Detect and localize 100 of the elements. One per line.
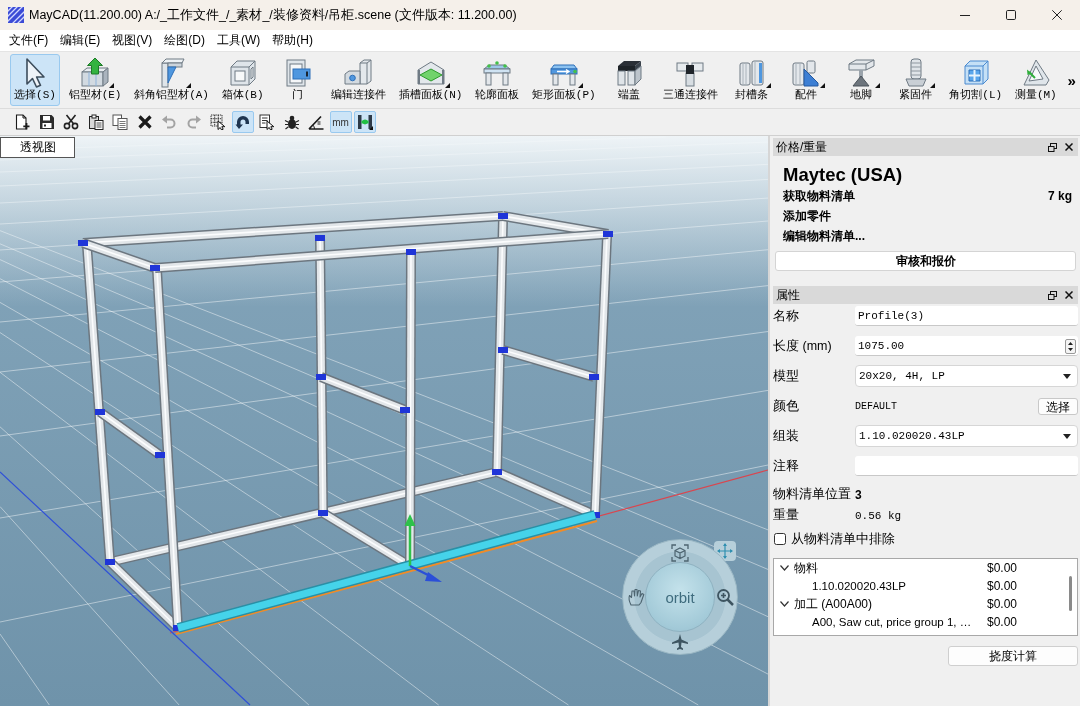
dropdown-arrow-icon[interactable] bbox=[875, 83, 880, 88]
grid-select-icon bbox=[210, 114, 226, 130]
chevron-down-icon[interactable] bbox=[780, 601, 789, 607]
menu-item[interactable]: 编辑(E) bbox=[55, 30, 106, 51]
float-panel-icon[interactable] bbox=[1048, 142, 1057, 152]
tree-item[interactable]: 物料 bbox=[794, 559, 987, 577]
dropdown-arrow-icon[interactable] bbox=[929, 83, 935, 88]
number-field[interactable]: 1075.00 bbox=[855, 336, 1078, 356]
field-label: 组装 bbox=[773, 427, 800, 445]
tool-button[interactable]: 三通连接件 bbox=[658, 54, 722, 106]
field-label: 颜色 bbox=[773, 397, 800, 415]
tool-button[interactable]: 角切割(L) bbox=[945, 54, 1007, 106]
hand-icon[interactable] bbox=[627, 588, 645, 606]
color-value: DEFAULT bbox=[855, 400, 898, 412]
delete-icon bbox=[136, 114, 153, 130]
move-gizmo[interactable] bbox=[404, 514, 442, 582]
menu-item[interactable]: 视图(V) bbox=[107, 30, 158, 51]
field-label: 注释 bbox=[773, 457, 800, 475]
unit-toggle-button[interactable]: mm bbox=[329, 111, 352, 133]
menu-item[interactable]: 工具(W) bbox=[212, 30, 266, 51]
cube-view-icon[interactable] bbox=[671, 544, 689, 562]
action-link[interactable]: 获取物料清单 bbox=[783, 187, 855, 205]
redo-icon bbox=[185, 114, 202, 130]
tree-item[interactable]: 加工 (A00A00) bbox=[794, 595, 987, 613]
price-value: $0.00 bbox=[987, 615, 1019, 629]
tree-item[interactable]: A00, Saw cut, price group 1, … bbox=[774, 616, 987, 628]
tool-button[interactable]: 编辑连接件 bbox=[327, 54, 390, 106]
tool-button[interactable]: 选择(S) bbox=[10, 54, 60, 106]
tool-button[interactable]: 轮廓面板 bbox=[471, 54, 524, 106]
tree-item[interactable]: 1.10.020020.43LP bbox=[774, 580, 987, 592]
minimize-icon bbox=[960, 14, 970, 16]
tool-button[interactable]: 封槽条 bbox=[726, 54, 777, 106]
field-value: 0.56 kg bbox=[855, 509, 902, 522]
page-cursor-icon bbox=[259, 114, 275, 130]
deflection-button[interactable]: 挠度计算 bbox=[948, 646, 1078, 666]
action-link[interactable]: 编辑物料清单... bbox=[783, 227, 865, 245]
text-field[interactable] bbox=[855, 456, 1078, 476]
copy-icon bbox=[112, 114, 128, 130]
close-icon[interactable] bbox=[1065, 291, 1073, 299]
dropdown-arrow-icon[interactable] bbox=[444, 83, 450, 88]
tool-button[interactable]: 斜角铝型材(A) bbox=[130, 54, 213, 106]
toolbar-overflow-button[interactable]: » bbox=[1065, 71, 1078, 89]
close-icon[interactable] bbox=[1065, 143, 1073, 151]
menu-item[interactable]: 文件(F) bbox=[4, 30, 54, 51]
action-link[interactable]: 添加零件 bbox=[783, 207, 831, 225]
view-tab[interactable]: 透视图 bbox=[0, 137, 75, 158]
bug-icon bbox=[283, 114, 300, 130]
field-label: 重量 bbox=[773, 507, 800, 524]
orbit-button[interactable]: orbit bbox=[645, 562, 715, 632]
frame-model[interactable] bbox=[78, 211, 613, 632]
two-bars-dot-icon bbox=[357, 114, 373, 130]
tool-button[interactable]: 配件 bbox=[781, 54, 832, 106]
text-field[interactable]: Profile(3) bbox=[855, 306, 1078, 326]
dropdown-arrow-icon[interactable] bbox=[577, 83, 583, 88]
tool-button[interactable]: 端盖 bbox=[604, 54, 655, 106]
dropdown-arrow-icon[interactable] bbox=[765, 83, 771, 88]
tool-button[interactable]: 门 bbox=[272, 54, 323, 106]
close-icon bbox=[1052, 10, 1062, 20]
tool-button[interactable]: 地脚 bbox=[836, 54, 886, 106]
new-file-icon bbox=[14, 114, 30, 130]
tool-button[interactable]: 箱体(B) bbox=[217, 54, 268, 106]
tool-button[interactable]: 铝型材(E) bbox=[64, 54, 126, 106]
toolbar-button[interactable] bbox=[231, 111, 254, 133]
dropdown-arrow-icon[interactable] bbox=[109, 83, 115, 88]
dropdown-arrow-icon[interactable] bbox=[820, 83, 826, 88]
chevron-down-icon[interactable] bbox=[780, 565, 789, 571]
spin-arrows-icon[interactable] bbox=[1065, 338, 1076, 354]
zoom-icon[interactable] bbox=[716, 588, 734, 606]
airplane-icon[interactable] bbox=[671, 633, 689, 651]
tool-button[interactable]: 矩形面板(P) bbox=[527, 54, 600, 106]
float-panel-icon[interactable] bbox=[1048, 290, 1057, 300]
menu-item[interactable]: 绘图(D) bbox=[159, 30, 210, 51]
dropdown-field[interactable]: 20x20, 4H, LP bbox=[855, 365, 1078, 387]
price-value: $0.00 bbox=[987, 561, 1019, 575]
save-icon bbox=[38, 114, 55, 130]
toolbar-button[interactable] bbox=[354, 111, 376, 133]
review-quote-button[interactable]: 审核和报价 bbox=[775, 251, 1076, 271]
dropdown-arrow-icon bbox=[1063, 373, 1071, 379]
field-label: 物料清单位置 bbox=[773, 486, 852, 503]
undo-icon bbox=[161, 114, 177, 130]
dropdown-field[interactable]: 1.10.020020.43LP bbox=[855, 425, 1078, 447]
checkbox-label[interactable]: 从物料清单中排除 bbox=[791, 530, 895, 548]
menu-item[interactable]: 帮助(H) bbox=[267, 30, 318, 51]
toolbar-button[interactable] bbox=[109, 111, 131, 133]
tool-button[interactable]: 插槽面板(N) bbox=[394, 54, 467, 106]
choose-button[interactable]: 选择 bbox=[1038, 397, 1078, 415]
tool-button[interactable]: 测量(M) bbox=[1010, 54, 1061, 106]
angle-icon bbox=[308, 114, 324, 130]
field-label: 名称 bbox=[773, 307, 800, 325]
leveling-foot-icon bbox=[845, 57, 877, 89]
dropdown-arrow-icon bbox=[1063, 433, 1071, 439]
scissors-icon bbox=[63, 114, 79, 130]
selected-beam[interactable] bbox=[175, 510, 598, 635]
checkbox[interactable] bbox=[774, 533, 786, 545]
field-value: 3 bbox=[855, 487, 862, 502]
dropdown-arrow-icon[interactable] bbox=[185, 83, 191, 88]
vendor-name: Maytec (USA) bbox=[783, 164, 904, 186]
scrollbar-thumb[interactable] bbox=[1069, 576, 1072, 611]
window-title: MayCAD(11.200.00) A:/_工作文件_/_素材_/装修资料/吊柜.scene (文件版本: 11.200.00) bbox=[29, 6, 517, 24]
tool-button[interactable]: 紧固件 bbox=[890, 54, 941, 106]
